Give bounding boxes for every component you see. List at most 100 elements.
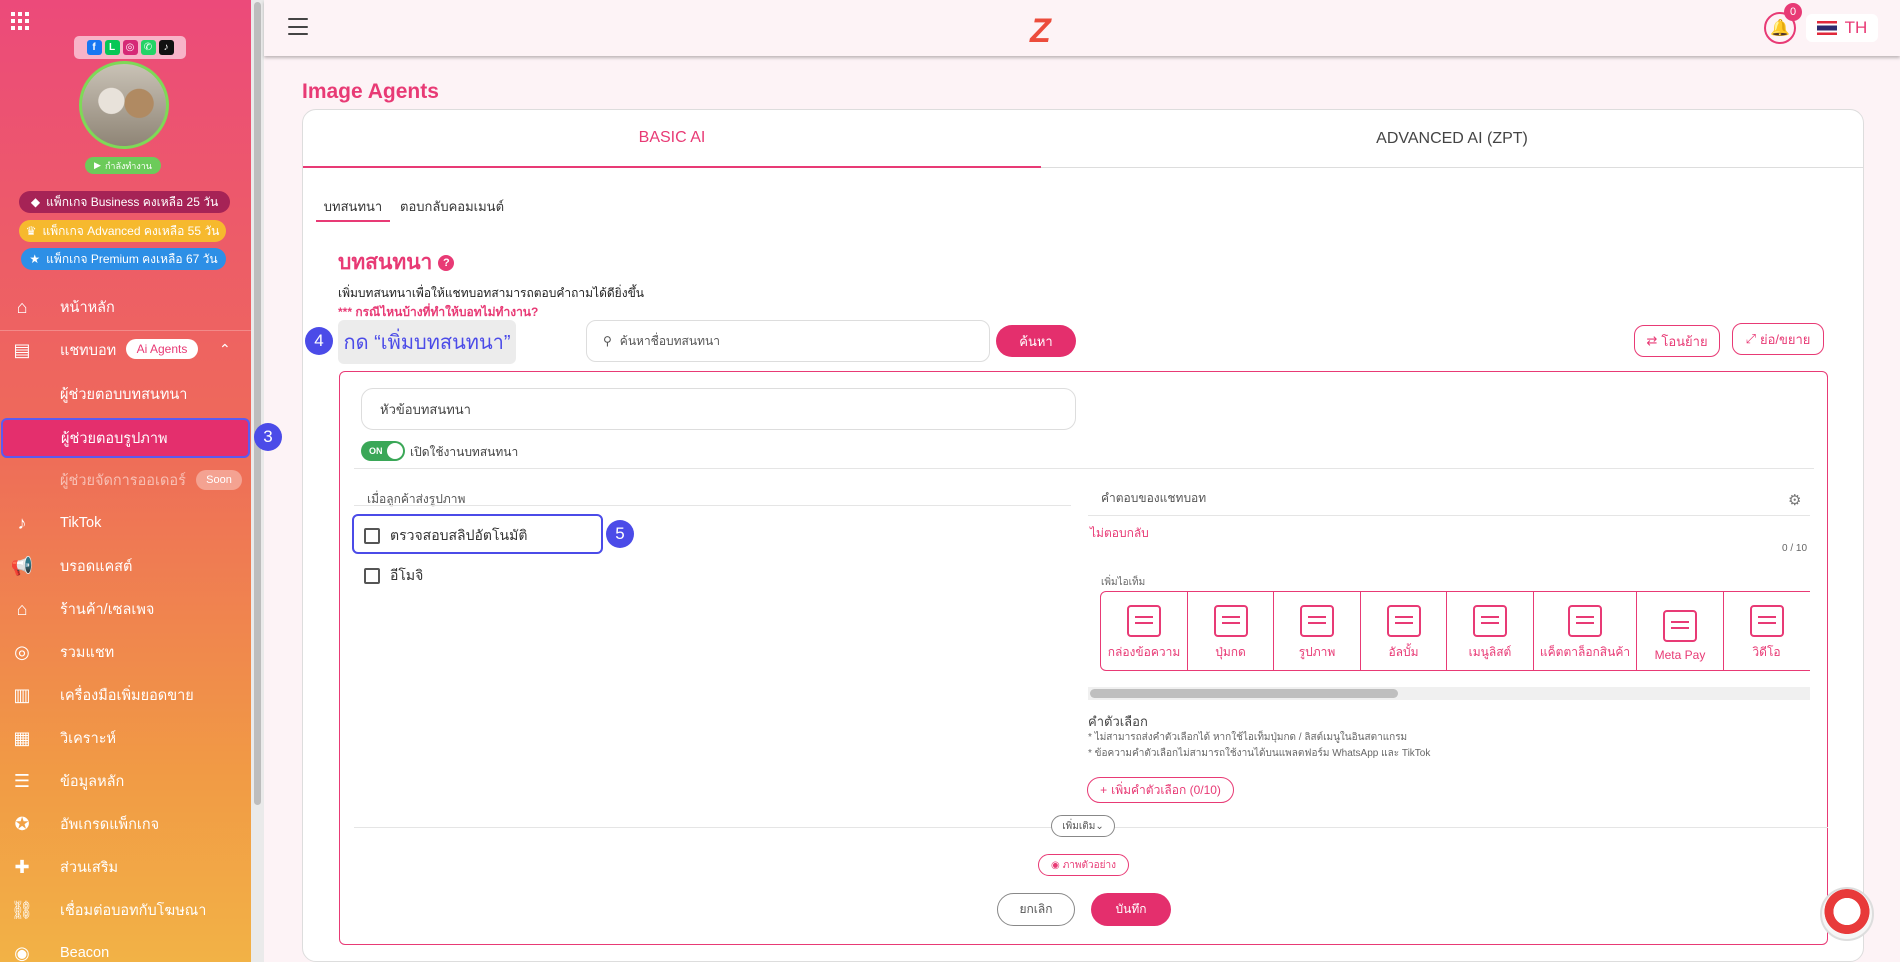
expand-icon: ⤢: [1745, 331, 1756, 346]
chevron-up-icon[interactable]: ⌃: [219, 341, 231, 358]
add-choice-button[interactable]: + เพิ่มคำตัวเลือก (0/10): [1087, 777, 1234, 803]
menu-list-icon: [1473, 605, 1507, 637]
gear-icon[interactable]: ⚙: [1788, 491, 1801, 509]
left-column-header: เมื่อลูกค้าส่งรูปภาพ: [367, 492, 466, 506]
play-icon: ▶: [94, 160, 101, 170]
tab-advanced-ai[interactable]: ADVANCED AI (ZPT): [1041, 110, 1863, 168]
checkbox[interactable]: [364, 528, 380, 544]
meta-pay-icon: [1663, 610, 1697, 642]
subtab-comment-reply[interactable]: ตอบกลับคอมเมนต์: [400, 196, 504, 217]
add-item-label: เพิ่มไอเท็ม: [1101, 577, 1146, 588]
package-premium: ★ แพ็กเกจ Premium คงเหลือ 67 วัน: [21, 248, 226, 270]
store-icon: ⌂: [16, 598, 28, 619]
line-icon: L: [104, 40, 120, 55]
home-icon: ⌂: [16, 296, 28, 317]
sidebar-item-sales-tools[interactable]: ▥ เครื่องมือเพิ่มยอดขาย: [0, 675, 251, 715]
tab-basic-ai[interactable]: BASIC AI: [303, 110, 1041, 168]
enable-toggle[interactable]: ON: [361, 441, 405, 461]
page-title: Image Agents: [302, 80, 439, 103]
checkbox[interactable]: [364, 568, 380, 584]
item-image[interactable]: รูปภาพ: [1273, 591, 1361, 671]
right-column-header: คำตอบของแชทบอท: [1101, 491, 1207, 505]
item-album[interactable]: อัลบั้ม: [1359, 591, 1448, 671]
beacon-icon: ◉: [14, 942, 30, 962]
sidebar-item-broadcast[interactable]: 📢 บรอดแคสต์: [0, 546, 251, 586]
item-video[interactable]: วิดีโอ: [1722, 591, 1810, 671]
step-marker-3: 3: [254, 423, 282, 451]
subtab-conversation[interactable]: บทสนทนา: [316, 196, 390, 222]
sidebar-item-inbox[interactable]: ◎ รวมแชท: [0, 632, 251, 672]
sidebar-item-home[interactable]: ⌂ หน้าหลัก: [0, 287, 251, 327]
step-marker-5: 5: [606, 520, 634, 548]
item-button[interactable]: ปุ่มกด: [1186, 591, 1275, 671]
sidebar-scrollbar-thumb[interactable]: [254, 2, 261, 805]
section-title: บทสนทนา ?: [338, 246, 455, 279]
item-meta-pay[interactable]: Meta Pay: [1636, 591, 1724, 671]
sidebar-item-beacon[interactable]: ◉ Beacon: [0, 933, 251, 962]
chevron-down-icon: ⌄: [1095, 820, 1104, 832]
diamond-icon: ◆: [30, 195, 41, 209]
sidebar-item-shop[interactable]: ⌂ ร้านค้า/เซลเพจ: [0, 589, 251, 629]
help-icon[interactable]: ?: [438, 254, 455, 271]
search-button[interactable]: ค้นหา: [996, 325, 1076, 357]
search-icon: ⚲: [603, 334, 612, 348]
item-text-box[interactable]: กล่องข้อความ: [1100, 591, 1188, 671]
chat-bubbles-icon: ◎: [14, 641, 30, 662]
zwiz-logo[interactable]: Z: [1030, 12, 1051, 51]
catalog-icon: [1568, 605, 1602, 637]
social-channels: f L ◎ ✆ ♪: [74, 36, 186, 59]
sidebar: f L ◎ ✆ ♪ ▶ กำลังทำงาน ◆ แพ็กเกจ Busines…: [0, 0, 251, 962]
notification-count: 0: [1784, 3, 1802, 21]
megaphone-icon: 📢: [10, 555, 34, 576]
choices-note-2: * ข้อความคำตัวเลือกไม่สามารถใช้งานได้บนแ…: [1088, 748, 1431, 759]
star-icon: ★: [29, 252, 41, 266]
chat-bot-icon[interactable]: [1820, 887, 1874, 941]
menu-icon[interactable]: [288, 18, 308, 35]
sidebar-item-master-data[interactable]: ☰ ข้อมูลหลัก: [0, 761, 251, 801]
transfer-icon: ⇄: [1646, 333, 1658, 348]
more-button[interactable]: เพิ่มเติม ⌄: [1051, 815, 1115, 837]
topic-input[interactable]: หัวข้อบทสนทนา: [361, 388, 1076, 430]
item-catalog[interactable]: แค็ตตาล็อกสินค้า: [1532, 591, 1638, 671]
avatar[interactable]: [79, 61, 169, 149]
status-badge: ▶ กำลังทำงาน: [85, 157, 161, 174]
item-menu-list[interactable]: เมนูลิสต์: [1446, 591, 1534, 671]
language-selector[interactable]: TH: [1806, 14, 1878, 42]
sidebar-item-ads-connect[interactable]: ⛓ เชื่อมต่อบอทกับโฆษณา: [0, 890, 251, 930]
package-business: ◆ แพ็กเกจ Business คงเหลือ 25 วัน: [19, 191, 230, 213]
preview-button[interactable]: ◉ ภาพตัวอย่าง: [1038, 854, 1129, 876]
move-button[interactable]: ⇄ โอนย้าย: [1634, 325, 1720, 357]
tab-bar: BASIC AI ADVANCED AI (ZPT): [303, 110, 1863, 168]
link-icon: ⛓: [10, 899, 34, 920]
save-button[interactable]: บันทึก: [1091, 893, 1171, 926]
cancel-button[interactable]: ยกเลิก: [997, 893, 1075, 926]
award-icon: ✪: [14, 813, 30, 834]
button-icon: [1213, 605, 1248, 637]
sidebar-item-upgrade[interactable]: ✪ อัพเกรดแพ็กเกจ: [0, 804, 251, 844]
item-counter: 0 / 10: [1782, 543, 1808, 554]
sidebar-item-tiktok[interactable]: ♪ TikTok: [0, 503, 251, 543]
analytics-icon: ▦: [13, 727, 31, 748]
add-conversation-hint[interactable]: กด “เพิ่มบทสนทนา”: [338, 320, 516, 364]
option-auto-slip[interactable]: ตรวจสอบสลิปอัตโนมัติ: [364, 525, 527, 547]
option-emoji[interactable]: อีโมจิ: [364, 565, 423, 587]
instagram-icon: ◎: [122, 40, 138, 55]
item-picker: กล่องข้อความ ปุ่มกด รูปภาพ อัลบั้ม เมนูล…: [1100, 591, 1810, 671]
sidebar-item-analytics[interactable]: ▦ วิเคราะห์: [0, 718, 251, 758]
choices-note-1: * ไม่สามารถส่งคำตัวเลือกได้ หากใช้ไอเท็ม…: [1088, 732, 1408, 743]
tiktok-icon: ♪: [158, 40, 174, 55]
thai-flag-icon: [1816, 21, 1837, 35]
image-icon: [1300, 605, 1334, 637]
sidebar-item-image-agent[interactable]: ผู้ช่วยตอบรูปภาพ: [1, 418, 250, 458]
bar-chart-icon: ▥: [13, 684, 31, 705]
sidebar-item-text-agent[interactable]: ผู้ช่วยตอบบทสนทนา: [0, 374, 251, 414]
ai-agents-badge: Ai Agents: [126, 339, 198, 359]
toggle-label: เปิดใช้งานบทสนทนา: [410, 445, 519, 459]
search-input[interactable]: ⚲ ค้นหาชื่อบทสนทนา: [586, 320, 990, 362]
item-scrollbar-thumb[interactable]: [1090, 689, 1398, 698]
collapse-expand-button[interactable]: ⤢ ย่อ/ขยาย: [1732, 323, 1824, 355]
sidebar-item-addons[interactable]: ✚ ส่วนเสริม: [0, 847, 251, 887]
database-icon: ☰: [13, 770, 31, 791]
album-icon: [1386, 605, 1421, 637]
apps-grid-icon[interactable]: [11, 12, 29, 30]
